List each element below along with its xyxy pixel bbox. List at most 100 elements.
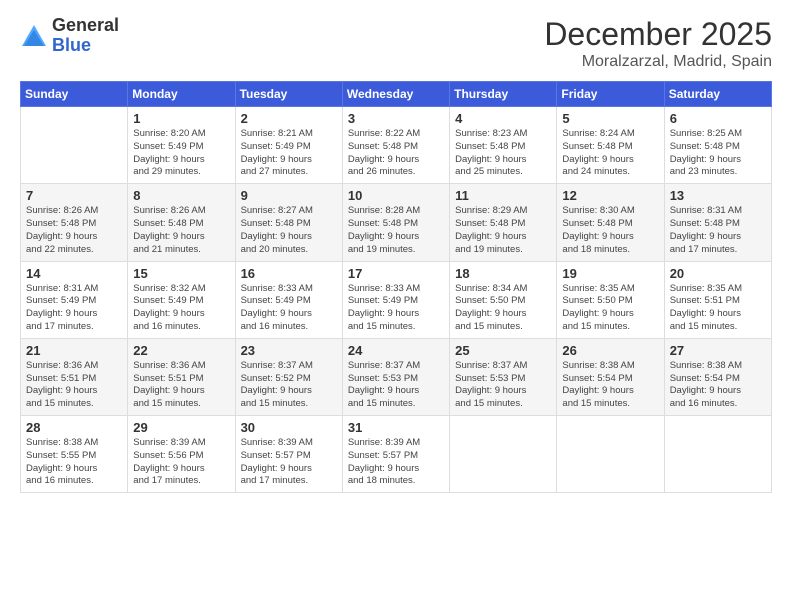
calendar-week-3: 21Sunrise: 8:36 AM Sunset: 5:51 PM Dayli… xyxy=(21,338,772,415)
day-number: 27 xyxy=(670,343,766,358)
header-row: General Blue December 2025 Moralzarzal, … xyxy=(20,16,772,71)
day-info: Sunrise: 8:39 AM Sunset: 5:57 PM Dayligh… xyxy=(241,437,337,488)
day-number: 30 xyxy=(241,420,337,435)
day-info: Sunrise: 8:23 AM Sunset: 5:48 PM Dayligh… xyxy=(455,128,551,179)
calendar-cell: 13 Sunrise: 8:31 AM Sunset: 5:48 PM Dayli… xyxy=(664,184,771,261)
day-number: 20 xyxy=(670,266,766,281)
day-number: 5 xyxy=(562,111,658,126)
col-sunday: Sunday xyxy=(21,82,128,107)
day-number: 26 xyxy=(562,343,658,358)
calendar-cell: 19 Sunrise: 8:35 AM Sunset: 5:50 PM Dayli… xyxy=(557,261,664,338)
calendar-cell: 24 Sunrise: 8:37 AM Sunset: 5:53 PM Dayli… xyxy=(342,338,449,415)
calendar-cell xyxy=(557,416,664,493)
day-number: 24 xyxy=(348,343,444,358)
day-number: 13 xyxy=(670,188,766,203)
col-wednesday: Wednesday xyxy=(342,82,449,107)
day-info: Sunrise: 8:30 AM Sunset: 5:48 PM Dayligh… xyxy=(562,205,658,256)
day-number: 11 xyxy=(455,188,551,203)
calendar-cell: 10 Sunrise: 8:28 AM Sunset: 5:48 PM Dayli… xyxy=(342,184,449,261)
page-container: General Blue December 2025 Moralzarzal, … xyxy=(0,0,792,505)
day-number: 9 xyxy=(241,188,337,203)
calendar-cell: 31Sunrise: 8:39 AM Sunset: 5:57 PM Dayli… xyxy=(342,416,449,493)
day-number: 31 xyxy=(348,420,444,435)
day-info: Sunrise: 8:21 AM Sunset: 5:49 PM Dayligh… xyxy=(241,128,337,179)
calendar-cell: 23 Sunrise: 8:37 AM Sunset: 5:52 PM Dayli… xyxy=(235,338,342,415)
day-info: Sunrise: 8:37 AM Sunset: 5:53 PM Dayligh… xyxy=(455,360,551,411)
day-number: 23 xyxy=(241,343,337,358)
day-info: Sunrise: 8:37 AM Sunset: 5:52 PM Dayligh… xyxy=(241,360,337,411)
calendar-cell: 12 Sunrise: 8:30 AM Sunset: 5:48 PM Dayli… xyxy=(557,184,664,261)
day-info: Sunrise: 8:31 AM Sunset: 5:48 PM Dayligh… xyxy=(670,205,766,256)
day-number: 12 xyxy=(562,188,658,203)
day-number: 19 xyxy=(562,266,658,281)
col-saturday: Saturday xyxy=(664,82,771,107)
calendar-cell: 16 Sunrise: 8:33 AM Sunset: 5:49 PM Dayli… xyxy=(235,261,342,338)
calendar-cell xyxy=(450,416,557,493)
day-number: 18 xyxy=(455,266,551,281)
day-info: Sunrise: 8:36 AM Sunset: 5:51 PM Dayligh… xyxy=(26,360,122,411)
calendar-cell: 15 Sunrise: 8:32 AM Sunset: 5:49 PM Dayli… xyxy=(128,261,235,338)
day-info: Sunrise: 8:22 AM Sunset: 5:48 PM Dayligh… xyxy=(348,128,444,179)
col-monday: Monday xyxy=(128,82,235,107)
day-info: Sunrise: 8:33 AM Sunset: 5:49 PM Dayligh… xyxy=(348,283,444,334)
calendar-cell: 21Sunrise: 8:36 AM Sunset: 5:51 PM Dayli… xyxy=(21,338,128,415)
day-info: Sunrise: 8:38 AM Sunset: 5:54 PM Dayligh… xyxy=(562,360,658,411)
day-info: Sunrise: 8:32 AM Sunset: 5:49 PM Dayligh… xyxy=(133,283,229,334)
logo-icon xyxy=(20,22,48,50)
day-info: Sunrise: 8:20 AM Sunset: 5:49 PM Dayligh… xyxy=(133,128,229,179)
day-number: 10 xyxy=(348,188,444,203)
day-number: 8 xyxy=(133,188,229,203)
col-thursday: Thursday xyxy=(450,82,557,107)
calendar-week-0: 1 Sunrise: 8:20 AM Sunset: 5:49 PM Daylig… xyxy=(21,107,772,184)
day-info: Sunrise: 8:26 AM Sunset: 5:48 PM Dayligh… xyxy=(133,205,229,256)
day-number: 7 xyxy=(26,188,122,203)
day-number: 25 xyxy=(455,343,551,358)
calendar-cell: 14 Sunrise: 8:31 AM Sunset: 5:49 PM Dayli… xyxy=(21,261,128,338)
day-info: Sunrise: 8:28 AM Sunset: 5:48 PM Dayligh… xyxy=(348,205,444,256)
month-year: December 2025 xyxy=(544,16,772,53)
calendar-week-4: 28 Sunrise: 8:38 AM Sunset: 5:55 PM Dayli… xyxy=(21,416,772,493)
day-info: Sunrise: 8:35 AM Sunset: 5:51 PM Dayligh… xyxy=(670,283,766,334)
day-number: 29 xyxy=(133,420,229,435)
day-info: Sunrise: 8:31 AM Sunset: 5:49 PM Dayligh… xyxy=(26,283,122,334)
title-block: December 2025 Moralzarzal, Madrid, Spain xyxy=(544,16,772,71)
location: Moralzarzal, Madrid, Spain xyxy=(544,53,772,71)
day-info: Sunrise: 8:37 AM Sunset: 5:53 PM Dayligh… xyxy=(348,360,444,411)
day-number: 14 xyxy=(26,266,122,281)
calendar-cell xyxy=(21,107,128,184)
calendar-cell: 25 Sunrise: 8:37 AM Sunset: 5:53 PM Dayli… xyxy=(450,338,557,415)
calendar-week-2: 14 Sunrise: 8:31 AM Sunset: 5:49 PM Dayli… xyxy=(21,261,772,338)
calendar-cell xyxy=(664,416,771,493)
day-number: 22 xyxy=(133,343,229,358)
day-number: 17 xyxy=(348,266,444,281)
logo-text: General Blue xyxy=(52,16,119,56)
day-info: Sunrise: 8:33 AM Sunset: 5:49 PM Dayligh… xyxy=(241,283,337,334)
day-info: Sunrise: 8:36 AM Sunset: 5:51 PM Dayligh… xyxy=(133,360,229,411)
calendar-cell: 17 Sunrise: 8:33 AM Sunset: 5:49 PM Dayli… xyxy=(342,261,449,338)
day-number: 3 xyxy=(348,111,444,126)
day-number: 15 xyxy=(133,266,229,281)
day-info: Sunrise: 8:38 AM Sunset: 5:55 PM Dayligh… xyxy=(26,437,122,488)
calendar-cell: 26 Sunrise: 8:38 AM Sunset: 5:54 PM Dayli… xyxy=(557,338,664,415)
day-info: Sunrise: 8:34 AM Sunset: 5:50 PM Dayligh… xyxy=(455,283,551,334)
col-friday: Friday xyxy=(557,82,664,107)
calendar-cell: 9Sunrise: 8:27 AM Sunset: 5:48 PM Daylig… xyxy=(235,184,342,261)
day-number: 28 xyxy=(26,420,122,435)
calendar-cell: 5 Sunrise: 8:24 AM Sunset: 5:48 PM Daylig… xyxy=(557,107,664,184)
calendar-cell: 3 Sunrise: 8:22 AM Sunset: 5:48 PM Daylig… xyxy=(342,107,449,184)
day-info: Sunrise: 8:35 AM Sunset: 5:50 PM Dayligh… xyxy=(562,283,658,334)
day-number: 6 xyxy=(670,111,766,126)
logo-general-text: General xyxy=(52,16,119,36)
calendar-cell: 29Sunrise: 8:39 AM Sunset: 5:56 PM Dayli… xyxy=(128,416,235,493)
day-info: Sunrise: 8:26 AM Sunset: 5:48 PM Dayligh… xyxy=(26,205,122,256)
day-info: Sunrise: 8:29 AM Sunset: 5:48 PM Dayligh… xyxy=(455,205,551,256)
calendar-cell: 27Sunrise: 8:38 AM Sunset: 5:54 PM Dayli… xyxy=(664,338,771,415)
day-number: 1 xyxy=(133,111,229,126)
day-number: 16 xyxy=(241,266,337,281)
calendar-cell: 1 Sunrise: 8:20 AM Sunset: 5:49 PM Daylig… xyxy=(128,107,235,184)
day-info: Sunrise: 8:24 AM Sunset: 5:48 PM Dayligh… xyxy=(562,128,658,179)
calendar-cell: 22 Sunrise: 8:36 AM Sunset: 5:51 PM Dayli… xyxy=(128,338,235,415)
logo-blue-text: Blue xyxy=(52,36,119,56)
calendar-cell: 28 Sunrise: 8:38 AM Sunset: 5:55 PM Dayli… xyxy=(21,416,128,493)
calendar-cell: 7 Sunrise: 8:26 AM Sunset: 5:48 PM Daylig… xyxy=(21,184,128,261)
